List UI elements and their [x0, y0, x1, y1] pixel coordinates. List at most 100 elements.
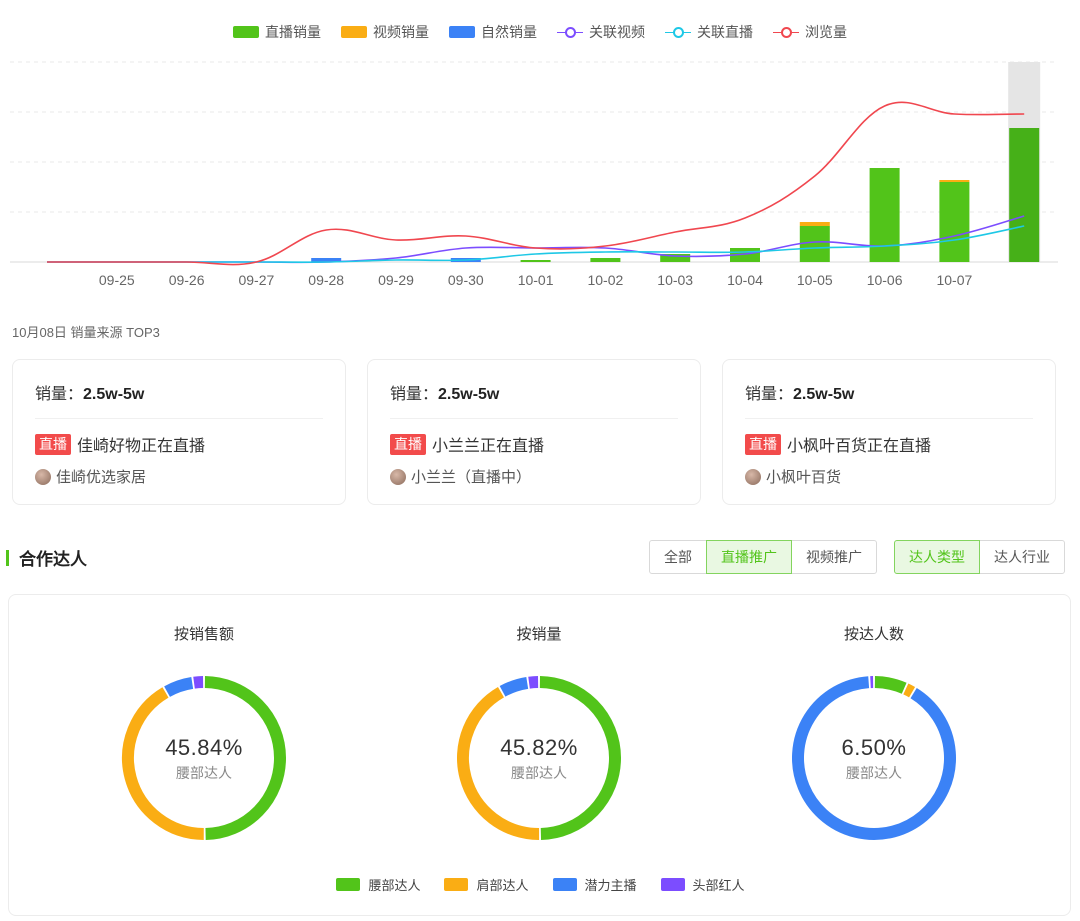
waist-swatch [336, 878, 361, 891]
donut-slice [193, 676, 204, 689]
live-sales-swatch [233, 26, 259, 38]
card-sales: 销量：2.5w-5w [390, 380, 678, 419]
live-badge: 直播 [745, 433, 781, 455]
x-tick-label: 10-03 [657, 272, 693, 288]
card-sales: 销量：2.5w-5w [745, 380, 1033, 419]
legend-item-views[interactable]: 浏览量 [773, 22, 847, 42]
card-live[interactable]: 直播 小兰兰正在直播 [390, 432, 678, 456]
tab-video-promotion[interactable]: 视频推广 [791, 540, 877, 574]
x-tick-label: 10-07 [936, 272, 972, 288]
source-card[interactable]: 销量：2.5w-5w 直播 佳崎好物正在直播 佳崎优选家居 [12, 359, 346, 505]
donut-slice [903, 683, 916, 698]
donut-legend-item-waist[interactable]: 腰部达人 [336, 875, 420, 894]
legend-item-video-sales[interactable]: 视频销量 [341, 22, 429, 42]
trend-chart[interactable]: 09-25 09-26 09-27 09-28 09-29 09-30 10-01 10-02… [0, 50, 1080, 300]
donut-legend-label: 潜力主播 [584, 878, 637, 893]
card-sales: 销量：2.5w-5w [35, 380, 323, 419]
donut-center: 45.84% 腰部达人 [54, 735, 354, 783]
legend-label: 视频销量 [373, 24, 429, 40]
bar [799, 226, 830, 262]
source-card[interactable]: 销量：2.5w-5w 直播 小兰兰正在直播 小兰兰（直播中） [367, 359, 701, 505]
sales-prefix: 销量： [745, 386, 794, 403]
sales-source-title: 10月08日 销量来源 TOP3 [12, 325, 160, 340]
donut-slice [164, 676, 194, 697]
legend-label: 直播销量 [265, 24, 321, 40]
donut-center: 45.82% 腰部达人 [389, 735, 689, 783]
legend-label: 自然销量 [481, 24, 537, 40]
legend-item-related-live[interactable]: 关联直播 [665, 22, 753, 42]
shop-name: 佳崎优选家居 [56, 469, 147, 486]
legend-item-related-video[interactable]: 关联视频 [557, 22, 645, 42]
head-swatch [660, 878, 685, 891]
donut-slice [874, 676, 907, 694]
bar [590, 258, 621, 262]
video-sales-swatch [341, 26, 367, 38]
bar [1009, 128, 1040, 262]
bar [869, 168, 900, 262]
sales-value: 2.5w-5w [438, 386, 500, 403]
sales-prefix: 销量： [390, 386, 439, 403]
x-tick-label: 10-04 [727, 272, 763, 288]
donut-percent: 45.82% [500, 735, 578, 760]
donut-legend-label: 腰部达人 [368, 878, 421, 893]
shop-name: 小兰兰（直播中） [411, 469, 532, 486]
legend-item-live-sales[interactable]: 直播销量 [233, 22, 321, 42]
tab-all[interactable]: 全部 [649, 540, 707, 574]
donut-legend-label: 头部红人 [692, 878, 745, 893]
sales-prefix: 销量： [35, 386, 84, 403]
tab-talent-industry[interactable]: 达人行业 [979, 540, 1065, 574]
section-title: 合作达人 [19, 550, 87, 569]
donut-percent: 6.50% [841, 735, 907, 760]
sales-value: 2.5w-5w [83, 386, 145, 403]
bar [520, 260, 551, 262]
donut-title: 按销售额 [173, 626, 234, 643]
card-shop[interactable]: 佳崎优选家居 [35, 466, 323, 487]
donut-panel: 按销售额 45.84% 腰部达人 按销量 45.82% 腰部达人 按达人数 6.… [8, 594, 1071, 916]
donut-legend: 腰部达人 肩部达人 潜力主播 头部红人 [9, 875, 1072, 894]
legend-label: 关联直播 [697, 24, 753, 40]
donut-sublabel: 腰部达人 [846, 765, 902, 781]
x-tick-label: 09-26 [169, 272, 205, 288]
card-live[interactable]: 直播 小枫叶百货正在直播 [745, 432, 1033, 456]
x-tick-label: 10-02 [587, 272, 623, 288]
card-live[interactable]: 直播 佳崎好物正在直播 [35, 432, 323, 456]
source-cards: 销量：2.5w-5w 直播 佳崎好物正在直播 佳崎优选家居 销量：2.5w-5w … [12, 359, 1056, 505]
sales-value: 2.5w-5w [793, 386, 855, 403]
donut-legend-item-head[interactable]: 头部红人 [660, 875, 745, 894]
chart-legend: 直播销量 视频销量 自然销量 关联视频 关联直播 浏览量 [0, 22, 1080, 42]
x-tick-label: 10-01 [518, 272, 554, 288]
related-video-swatch [557, 26, 583, 38]
donut-title: 按达人数 [843, 626, 904, 643]
bar [939, 180, 970, 182]
donut-legend-item-shoulder[interactable]: 肩部达人 [444, 875, 529, 894]
legend-label: 关联视频 [589, 24, 645, 40]
tab-live-promotion[interactable]: 直播推广 [706, 540, 792, 574]
views-swatch [773, 26, 799, 38]
x-tick-label: 10-06 [867, 272, 903, 288]
x-tick-label: 09-30 [448, 272, 484, 288]
live-text: 小兰兰正在直播 [432, 438, 545, 455]
donut-percent: 45.84% [165, 735, 243, 760]
shop-avatar [390, 468, 406, 485]
live-badge: 直播 [390, 433, 426, 455]
card-shop[interactable]: 小兰兰（直播中） [390, 466, 678, 487]
donut-legend-label: 肩部达人 [476, 878, 529, 893]
legend-label: 浏览量 [805, 24, 847, 40]
x-tick-label: 09-25 [99, 272, 135, 288]
x-tick-label: 09-27 [238, 272, 274, 288]
donut-center: 6.50% 腰部达人 [724, 735, 1024, 783]
section-header: 合作达人 [6, 545, 87, 570]
source-card[interactable]: 销量：2.5w-5w 直播 小枫叶百货正在直播 小枫叶百货 [722, 359, 1056, 505]
donut-legend-item-potential[interactable]: 潜力主播 [552, 875, 637, 894]
shop-avatar [35, 468, 51, 485]
live-text: 佳崎好物正在直播 [77, 438, 206, 455]
donut-sublabel: 腰部达人 [176, 765, 232, 781]
related-live-swatch [665, 26, 691, 38]
x-tick-label: 09-28 [308, 272, 344, 288]
tab-talent-type[interactable]: 达人类型 [894, 540, 980, 574]
shop-name: 小枫叶百货 [766, 469, 842, 486]
legend-item-natural-sales[interactable]: 自然销量 [449, 22, 537, 42]
x-tick-label: 09-29 [378, 272, 414, 288]
talent-dimension-tabs: 达人类型 达人行业 [894, 540, 1065, 574]
card-shop[interactable]: 小枫叶百货 [745, 466, 1033, 487]
